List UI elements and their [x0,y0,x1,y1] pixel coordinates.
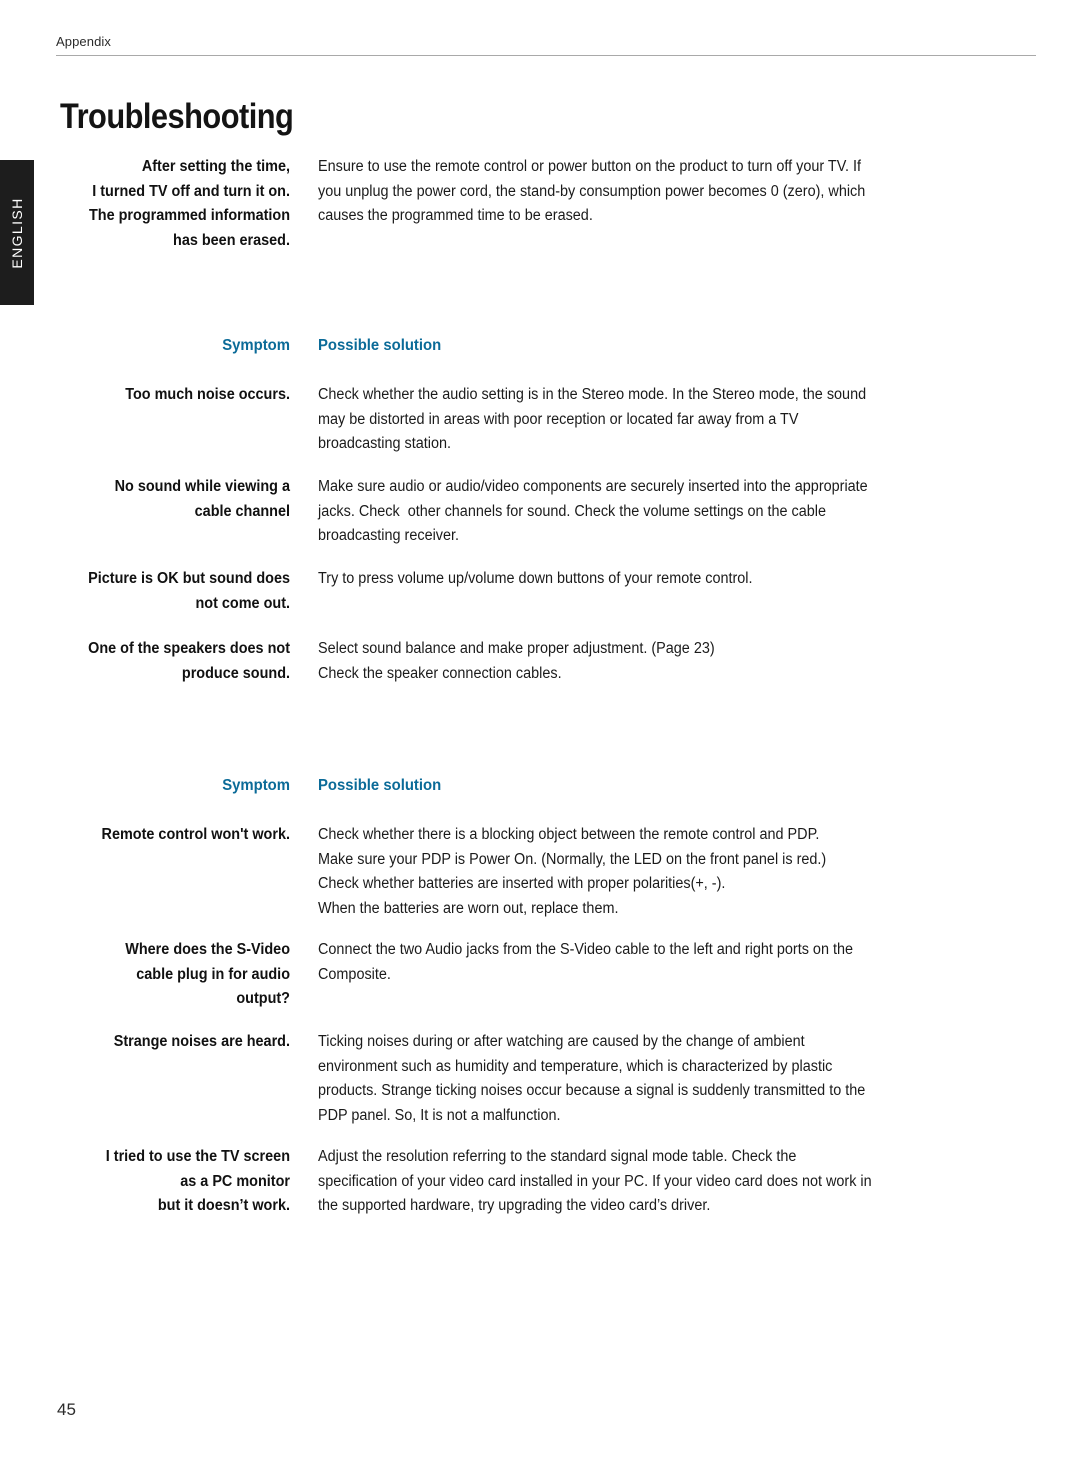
text-line: produce sound. [181,664,290,682]
text-line: specification of your video card install… [318,1172,872,1190]
page-number: 45 [57,1400,76,1419]
text-line: the supported hardware, try upgrading th… [318,1197,711,1214]
symptom-cell: I tried to use the TV screen as a PC moni… [20,1145,290,1219]
text-line: Where does the S-Video [125,941,290,958]
text-line: broadcasting receiver. [318,527,460,544]
troubleshooting-row: Remote control won't work. Check whether … [0,823,1040,921]
solution-cell: Select sound balance and make proper adj… [318,637,969,686]
troubleshooting-row: Too much noise occurs. Check whether the … [0,383,1040,457]
running-head: Appendix [56,34,112,49]
column-header-symptom: Symptom [222,777,290,794]
text-line: output? [236,990,290,1007]
text-line: Remote control won't work. [101,826,290,843]
symptom-cell: Where does the S-Video cable plug in for … [20,938,290,1012]
symptom-cell: Picture is OK but sound does not come out… [20,567,290,616]
troubleshooting-row: Picture is OK but sound does not come out… [0,567,1040,616]
text-line: you unplug the power cord, the stand-by … [318,182,866,200]
text-line: Check whether the audio setting is in th… [318,386,867,403]
troubleshooting-row: No sound while viewing a cable channel Mak… [0,475,1040,549]
text-line: When the batteries are worn out, replace… [318,899,619,917]
text-line: Ensure to use the remote control or powe… [318,158,862,175]
table-header-row: Symptom Possible solution [0,776,1040,796]
text-line: cable plug in for audio [136,965,290,983]
solution-cell: Make sure audio or audio/video component… [318,475,969,549]
text-line: Try to press volume up/volume down butto… [318,570,753,587]
text-line: Picture is OK but sound does [88,570,291,587]
text-line: has been erased. [173,231,290,249]
troubleshooting-row: After setting the time, I turned TV off a… [0,155,1040,253]
troubleshooting-row: One of the speakers does not produce soun… [0,637,1040,686]
table-header-row: Symptom Possible solution [0,336,1040,356]
text-line: I tried to use the TV screen [105,1148,290,1165]
text-line: The programmed information [88,207,291,224]
solution-cell: Adjust the resolution referring to the s… [318,1145,969,1219]
solution-cell: Connect the two Audio jacks from the S-V… [318,938,969,987]
text-line: Ticking noises during or after watching … [318,1033,805,1050]
text-line: jacks. Check other channels for sound. C… [318,502,827,520]
text-line: Select sound balance and make proper adj… [318,640,715,657]
text-line: Composite. [318,965,391,983]
text-line: Check whether batteries are inserted wit… [318,875,726,892]
text-line: Strange noises are heard. [113,1033,290,1050]
text-line: as a PC monitor [180,1172,290,1190]
text-line: Too much noise occurs. [125,386,290,403]
symptom-cell: Too much noise occurs. [20,383,290,408]
header-rule [56,55,1036,56]
text-line: Make sure your PDP is Power On. (Normall… [318,850,827,868]
text-line: Adjust the resolution referring to the s… [318,1148,797,1165]
text-line: may be distorted in areas with poor rece… [318,410,799,428]
text-line: not come out. [195,594,290,612]
troubleshooting-row: Strange noises are heard. Ticking noises … [0,1030,1040,1128]
text-line: Check whether there is a blocking object… [318,826,820,843]
text-line: products. Strange ticking noises occur b… [318,1082,866,1099]
text-line: causes the programmed time to be erased. [318,207,593,224]
troubleshooting-row: I tried to use the TV screen as a PC moni… [0,1145,1040,1219]
manual-page: Appendix Troubleshooting ENGLISH After s… [0,0,1080,1483]
solution-cell: Ensure to use the remote control or powe… [318,155,969,229]
text-line: After setting the time, [141,158,290,175]
symptom-cell: One of the speakers does not produce soun… [20,637,290,686]
column-header-possible-solution: Possible solution [318,777,442,794]
solution-cell: Try to press volume up/volume down butto… [318,567,969,592]
text-line: One of the speakers does not [88,640,290,657]
solution-cell: Ticking noises during or after watching … [318,1030,969,1128]
symptom-cell: Strange noises are heard. [20,1030,290,1055]
solution-cell: Check whether there is a blocking object… [318,823,969,921]
troubleshooting-row: Where does the S-Video cable plug in for … [0,938,1040,1012]
page-title: Troubleshooting [60,97,294,137]
text-line: No sound while viewing a [114,478,291,495]
column-header-possible-solution: Possible solution [318,337,442,354]
text-line: PDP panel. So, It is not a malfunction. [318,1106,561,1124]
text-line: but it doesn’t work. [157,1197,290,1214]
text-line: cable channel [194,502,290,520]
symptom-cell: Remote control won't work. [20,823,290,848]
text-line: environment such as humidity and tempera… [318,1057,833,1075]
text-line: Connect the two Audio jacks from the S-V… [318,941,854,958]
text-line: Make sure audio or audio/video component… [318,478,868,495]
text-line: Check the speaker connection cables. [318,664,562,682]
column-header-symptom: Symptom [222,337,290,354]
symptom-cell: No sound while viewing a cable channel [20,475,290,524]
text-line: I turned TV off and turn it on. [92,182,290,200]
solution-cell: Check whether the audio setting is in th… [318,383,969,457]
symptom-cell: After setting the time, I turned TV off a… [20,155,290,253]
text-line: broadcasting station. [318,435,452,452]
